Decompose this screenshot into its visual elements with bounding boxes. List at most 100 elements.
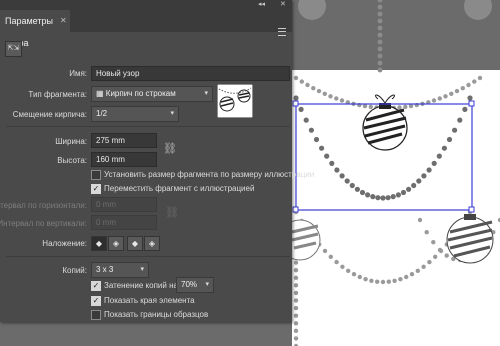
size-to-art-checkbox[interactable] — [91, 170, 101, 180]
chain-link-icon-disabled[interactable]: ⛓ — [165, 206, 179, 219]
panel-titlebar[interactable]: ◂◂ ✕ — [0, 0, 292, 10]
bead — [328, 254, 333, 259]
tab-close-icon[interactable]: ✕ — [60, 10, 67, 32]
bead — [377, 67, 383, 73]
bead — [365, 192, 371, 198]
bead — [380, 279, 386, 285]
close-panel-button[interactable]: ✕ — [280, 0, 286, 10]
bead — [354, 186, 360, 192]
panel-menu-icon[interactable] — [278, 28, 286, 36]
bead — [349, 182, 355, 189]
chevron-down-icon: ▾ — [204, 90, 208, 97]
bead — [415, 268, 420, 273]
bead — [339, 98, 345, 103]
tile-type-value: Кирпич по строкам — [105, 89, 176, 98]
chain-link-icon[interactable]: ⛓ — [163, 142, 177, 155]
h-spacing-input[interactable]: 0 mm — [91, 197, 157, 212]
bead — [427, 259, 432, 265]
bead — [308, 127, 314, 133]
dim-copies-value: 70% — [181, 280, 198, 289]
tile-type-label: Тип фрагмента: — [28, 90, 87, 99]
overlap-left-front-button[interactable]: ◆ — [91, 236, 107, 251]
copies-dropdown[interactable]: 3 x 3 ▾ — [91, 262, 149, 278]
brick-offset-dropdown[interactable]: 1/2 ▾ — [91, 106, 179, 122]
height-input[interactable]: 160 mm — [91, 152, 157, 167]
bead — [346, 268, 351, 273]
bead — [293, 328, 299, 333]
bead — [293, 298, 299, 303]
width-label: Ширина: — [55, 137, 87, 146]
bead — [444, 253, 449, 258]
bead — [299, 79, 304, 84]
bead — [377, 32, 383, 38]
bead — [395, 192, 401, 198]
show-swatch-bounds-checkbox[interactable] — [91, 310, 101, 320]
bead — [449, 91, 454, 97]
collapse-panel-button[interactable]: ◂◂ — [258, 0, 265, 10]
bead — [457, 117, 463, 123]
bead — [324, 153, 330, 159]
bead — [357, 274, 362, 280]
bead — [472, 79, 477, 84]
tile-type-dropdown[interactable]: ▦ Кирпич по строкам ▾ — [91, 86, 213, 102]
tile-preview-thumbnail — [217, 84, 253, 118]
dim-copies-dropdown[interactable]: 70% ▾ — [176, 277, 214, 293]
bead — [377, 46, 383, 52]
bead — [293, 321, 299, 326]
bead — [322, 91, 327, 97]
copies-value: 3 x 3 — [96, 265, 114, 274]
bead — [293, 275, 299, 280]
bead — [377, 4, 383, 10]
bead — [334, 167, 340, 173]
bead — [436, 153, 442, 159]
bead — [416, 178, 422, 184]
overlap-right-front-button[interactable]: ◈ — [108, 236, 124, 251]
copies-label: Копий: — [62, 266, 87, 275]
name-input[interactable]: Новый узор — [91, 66, 290, 81]
bead — [406, 186, 412, 192]
bead — [380, 195, 386, 201]
bead — [340, 264, 345, 269]
bead — [305, 82, 310, 88]
bead — [293, 313, 299, 318]
bead — [431, 160, 437, 166]
bead — [404, 274, 409, 280]
bead — [409, 272, 415, 277]
bead — [433, 254, 438, 259]
v-spacing-input[interactable]: 0 mm — [91, 215, 157, 230]
size-to-art-label: Установить размер фрагмента по размеру и… — [104, 170, 315, 179]
bead — [421, 173, 427, 179]
bead — [377, 53, 383, 59]
bead — [369, 278, 374, 283]
bead — [293, 336, 299, 341]
overlap-bottom-front-button[interactable]: ◈ — [144, 236, 160, 251]
dim-copies-checkbox[interactable]: ✓ — [91, 281, 101, 291]
pattern-tile-tool-icon[interactable]: ⇱⇲ — [5, 41, 22, 57]
overlap-top-front-button[interactable]: ◆ — [127, 236, 143, 251]
bead — [454, 88, 460, 94]
brick-offset-label: Смещение кирпича: — [12, 110, 87, 119]
bead — [293, 75, 299, 81]
name-label: Имя: — [69, 69, 87, 78]
bead — [377, 25, 383, 31]
bead — [431, 240, 436, 245]
show-swatch-bounds-label: Показать границы образцов — [104, 310, 209, 319]
bead — [375, 279, 380, 284]
bead — [334, 96, 339, 101]
show-tile-edge-checkbox[interactable]: ✓ — [91, 296, 101, 306]
divider — [6, 126, 290, 127]
bead — [467, 95, 473, 101]
bead — [411, 182, 417, 189]
bead — [424, 230, 429, 235]
bead — [322, 248, 328, 254]
bead — [398, 277, 403, 282]
bead — [417, 217, 423, 223]
bead — [344, 178, 350, 184]
bead — [460, 86, 465, 91]
bead — [392, 278, 397, 283]
bead — [403, 104, 408, 110]
width-input[interactable]: 275 mm — [91, 133, 157, 148]
tab-pattern-options[interactable]: Параметры узора ✕ — [0, 10, 70, 48]
move-with-art-checkbox[interactable]: ✓ — [91, 184, 101, 194]
v-spacing-label: Интервал по вертикали: — [0, 219, 87, 228]
